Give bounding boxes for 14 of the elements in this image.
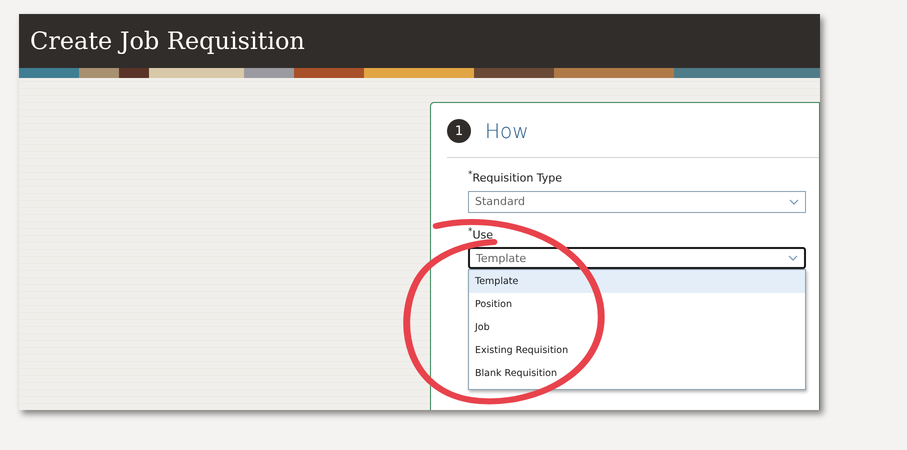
dropdown-option[interactable]: Blank Requisition (469, 362, 805, 386)
step-number: 1 (447, 119, 471, 143)
dropdown-option[interactable]: Template (469, 270, 805, 294)
dropdown-option[interactable]: Existing Requisition (469, 339, 805, 362)
field-label: $^{*}$Use (468, 226, 494, 242)
chevron-down-icon (789, 198, 799, 205)
field-label: $^{*}$Requisition Type (468, 170, 564, 185)
select-field[interactable]: Standard (468, 190, 806, 213)
step-title: How (485, 119, 529, 143)
page-title: Create Job Requisition (30, 27, 305, 55)
select-field[interactable]: Template (468, 247, 806, 270)
chevron-down-icon (788, 255, 798, 262)
dropdown-option[interactable]: Job (469, 316, 805, 340)
dropdown-option[interactable]: Position (469, 293, 805, 316)
